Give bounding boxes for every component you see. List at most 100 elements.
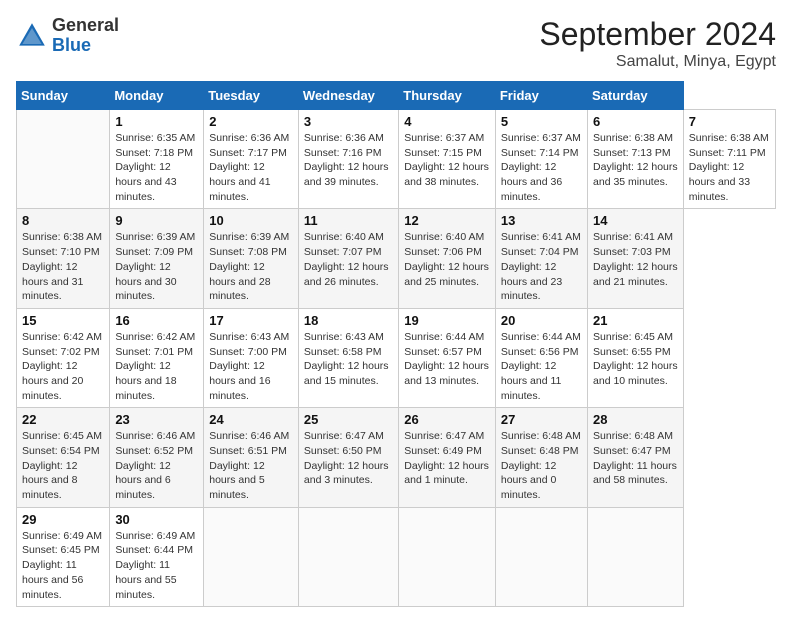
- calendar-cell: 10 Sunrise: 6:39 AMSunset: 7:08 PMDayligh…: [204, 209, 299, 308]
- calendar-cell: 11 Sunrise: 6:40 AMSunset: 7:07 PMDayligh…: [298, 209, 398, 308]
- logo: General Blue: [16, 16, 119, 56]
- day-detail: Sunrise: 6:48 AMSunset: 6:47 PMDaylight:…: [593, 429, 678, 488]
- day-header: Sunday: [17, 82, 110, 110]
- day-detail: Sunrise: 6:44 AMSunset: 6:57 PMDaylight:…: [404, 330, 490, 389]
- day-number: 26: [404, 412, 490, 427]
- calendar-week-row: 1Sunrise: 6:35 AMSunset: 7:18 PMDaylight…: [17, 110, 776, 209]
- day-number: 10: [209, 213, 293, 228]
- calendar-cell: 30 Sunrise: 6:49 AMSunset: 6:44 PMDayligh…: [110, 507, 204, 606]
- day-detail: Sunrise: 6:45 AMSunset: 6:55 PMDaylight:…: [593, 330, 678, 389]
- day-number: 17: [209, 313, 293, 328]
- calendar-cell: [495, 507, 587, 606]
- day-detail: Sunrise: 6:47 AMSunset: 6:50 PMDaylight:…: [304, 429, 393, 488]
- day-number: 2: [209, 114, 293, 129]
- day-detail: Sunrise: 6:49 AMSunset: 6:45 PMDaylight:…: [22, 529, 104, 602]
- calendar-cell: 14 Sunrise: 6:41 AMSunset: 7:03 PMDayligh…: [588, 209, 684, 308]
- day-number: 1: [115, 114, 198, 129]
- day-number: 15: [22, 313, 104, 328]
- calendar-table: SundayMondayTuesdayWednesdayThursdayFrid…: [16, 81, 776, 607]
- day-number: 29: [22, 512, 104, 527]
- calendar-cell: [399, 507, 496, 606]
- day-header: Tuesday: [204, 82, 299, 110]
- day-detail: Sunrise: 6:48 AMSunset: 6:48 PMDaylight:…: [501, 429, 582, 502]
- day-number: 22: [22, 412, 104, 427]
- day-header: Friday: [495, 82, 587, 110]
- calendar-cell: 4Sunrise: 6:37 AMSunset: 7:15 PMDaylight…: [399, 110, 496, 209]
- calendar-week-row: 29 Sunrise: 6:49 AMSunset: 6:45 PMDayligh…: [17, 507, 776, 606]
- day-number: 21: [593, 313, 678, 328]
- calendar-cell: 9 Sunrise: 6:39 AMSunset: 7:09 PMDaylight…: [110, 209, 204, 308]
- day-number: 25: [304, 412, 393, 427]
- day-header: Thursday: [399, 82, 496, 110]
- calendar-cell: 8Sunrise: 6:38 AMSunset: 7:10 PMDaylight…: [17, 209, 110, 308]
- day-detail: Sunrise: 6:49 AMSunset: 6:44 PMDaylight:…: [115, 529, 198, 602]
- calendar-header-row: SundayMondayTuesdayWednesdayThursdayFrid…: [17, 82, 776, 110]
- calendar-cell: 5Sunrise: 6:37 AMSunset: 7:14 PMDaylight…: [495, 110, 587, 209]
- day-detail: Sunrise: 6:38 AMSunset: 7:13 PMDaylight:…: [593, 131, 678, 190]
- day-detail: Sunrise: 6:46 AMSunset: 6:52 PMDaylight:…: [115, 429, 198, 502]
- calendar-cell: 2Sunrise: 6:36 AMSunset: 7:17 PMDaylight…: [204, 110, 299, 209]
- day-number: 4: [404, 114, 490, 129]
- calendar-cell: 7 Sunrise: 6:38 AMSunset: 7:11 PMDaylight…: [683, 110, 775, 209]
- day-detail: Sunrise: 6:40 AMSunset: 7:07 PMDaylight:…: [304, 230, 393, 289]
- location-title: Samalut, Minya, Egypt: [539, 53, 776, 71]
- day-number: 7: [689, 114, 770, 129]
- day-number: 16: [115, 313, 198, 328]
- logo-general: General: [52, 15, 119, 35]
- day-number: 9: [115, 213, 198, 228]
- calendar-cell: 21 Sunrise: 6:45 AMSunset: 6:55 PMDayligh…: [588, 308, 684, 407]
- calendar-cell: 19 Sunrise: 6:44 AMSunset: 6:57 PMDayligh…: [399, 308, 496, 407]
- month-title: September 2024: [539, 16, 776, 53]
- day-detail: Sunrise: 6:37 AMSunset: 7:14 PMDaylight:…: [501, 131, 582, 204]
- day-detail: Sunrise: 6:42 AMSunset: 7:01 PMDaylight:…: [115, 330, 198, 403]
- day-number: 3: [304, 114, 393, 129]
- calendar-cell: 26 Sunrise: 6:47 AMSunset: 6:49 PMDayligh…: [399, 408, 496, 507]
- day-detail: Sunrise: 6:44 AMSunset: 6:56 PMDaylight:…: [501, 330, 582, 403]
- day-number: 23: [115, 412, 198, 427]
- calendar-cell: 28 Sunrise: 6:48 AMSunset: 6:47 PMDayligh…: [588, 408, 684, 507]
- day-number: 11: [304, 213, 393, 228]
- day-detail: Sunrise: 6:39 AMSunset: 7:08 PMDaylight:…: [209, 230, 293, 303]
- day-number: 24: [209, 412, 293, 427]
- day-number: 18: [304, 313, 393, 328]
- day-header: Wednesday: [298, 82, 398, 110]
- calendar-week-row: 22Sunrise: 6:45 AMSunset: 6:54 PMDayligh…: [17, 408, 776, 507]
- day-number: 20: [501, 313, 582, 328]
- calendar-week-row: 8Sunrise: 6:38 AMSunset: 7:10 PMDaylight…: [17, 209, 776, 308]
- day-number: 6: [593, 114, 678, 129]
- day-number: 27: [501, 412, 582, 427]
- day-detail: Sunrise: 6:38 AMSunset: 7:11 PMDaylight:…: [689, 131, 770, 204]
- calendar-cell: [17, 110, 110, 209]
- calendar-cell: 13 Sunrise: 6:41 AMSunset: 7:04 PMDayligh…: [495, 209, 587, 308]
- day-detail: Sunrise: 6:39 AMSunset: 7:09 PMDaylight:…: [115, 230, 198, 303]
- day-number: 28: [593, 412, 678, 427]
- title-block: September 2024 Samalut, Minya, Egypt: [539, 16, 776, 71]
- calendar-cell: 25 Sunrise: 6:47 AMSunset: 6:50 PMDayligh…: [298, 408, 398, 507]
- day-detail: Sunrise: 6:46 AMSunset: 6:51 PMDaylight:…: [209, 429, 293, 502]
- calendar-cell: 20 Sunrise: 6:44 AMSunset: 6:56 PMDayligh…: [495, 308, 587, 407]
- calendar-cell: 15Sunrise: 6:42 AMSunset: 7:02 PMDayligh…: [17, 308, 110, 407]
- logo-icon: [16, 20, 48, 52]
- day-number: 12: [404, 213, 490, 228]
- calendar-cell: 18 Sunrise: 6:43 AMSunset: 6:58 PMDayligh…: [298, 308, 398, 407]
- calendar-cell: [298, 507, 398, 606]
- day-detail: Sunrise: 6:41 AMSunset: 7:03 PMDaylight:…: [593, 230, 678, 289]
- calendar-cell: 22Sunrise: 6:45 AMSunset: 6:54 PMDayligh…: [17, 408, 110, 507]
- day-detail: Sunrise: 6:41 AMSunset: 7:04 PMDaylight:…: [501, 230, 582, 303]
- calendar-cell: 23 Sunrise: 6:46 AMSunset: 6:52 PMDayligh…: [110, 408, 204, 507]
- day-detail: Sunrise: 6:38 AMSunset: 7:10 PMDaylight:…: [22, 230, 104, 303]
- day-detail: Sunrise: 6:36 AMSunset: 7:16 PMDaylight:…: [304, 131, 393, 190]
- day-detail: Sunrise: 6:43 AMSunset: 7:00 PMDaylight:…: [209, 330, 293, 403]
- day-number: 14: [593, 213, 678, 228]
- calendar-cell: 24 Sunrise: 6:46 AMSunset: 6:51 PMDayligh…: [204, 408, 299, 507]
- day-detail: Sunrise: 6:47 AMSunset: 6:49 PMDaylight:…: [404, 429, 490, 488]
- day-detail: Sunrise: 6:40 AMSunset: 7:06 PMDaylight:…: [404, 230, 490, 289]
- calendar-cell: [588, 507, 684, 606]
- day-header: Saturday: [588, 82, 684, 110]
- day-detail: Sunrise: 6:43 AMSunset: 6:58 PMDaylight:…: [304, 330, 393, 389]
- day-number: 13: [501, 213, 582, 228]
- day-number: 30: [115, 512, 198, 527]
- calendar-cell: 27 Sunrise: 6:48 AMSunset: 6:48 PMDayligh…: [495, 408, 587, 507]
- calendar-cell: 17 Sunrise: 6:43 AMSunset: 7:00 PMDayligh…: [204, 308, 299, 407]
- day-number: 19: [404, 313, 490, 328]
